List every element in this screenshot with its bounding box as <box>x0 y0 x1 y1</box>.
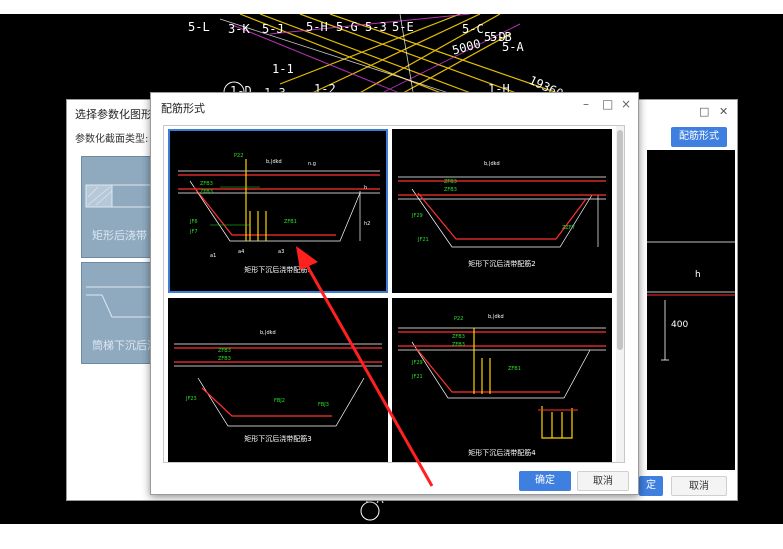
svg-text:ZFB3: ZFB3 <box>452 334 465 340</box>
maximize-icon[interactable]: □ <box>699 105 709 118</box>
option-drawing: P22 ZFB3 ZFB3 JF29 JF21 ZFB1 b,|dkd <box>398 314 606 439</box>
preview-dim-400: 400 <box>671 320 689 330</box>
svg-text:ZFB3: ZFB3 <box>452 342 465 348</box>
dim-label: h2 <box>364 221 370 227</box>
svg-text:JF21: JF21 <box>417 237 429 243</box>
minimize-icon[interactable]: – <box>583 97 589 111</box>
svg-text:ZFB1: ZFB1 <box>508 366 521 372</box>
cancel-button[interactable]: 取消 <box>577 471 629 491</box>
reinforcement-form-dialog: 配筋形式 – □ × P22 ZFB3 ZFB3 JF6 JF7 ZFB1 b,|dkd … <box>150 92 639 495</box>
svg-text:ZFB3: ZFB3 <box>200 181 213 187</box>
svg-text:JF23: JF23 <box>185 396 197 402</box>
svg-text:FBJ2: FBJ2 <box>274 398 285 404</box>
svg-text:JF7: JF7 <box>189 229 198 235</box>
preview-dim-h: h <box>695 270 701 280</box>
svg-text:ZFB1: ZFB1 <box>284 219 297 225</box>
shape-thumb-label: 筒梯下沉后浇 <box>92 339 158 352</box>
svg-text:FBJ3: FBJ3 <box>318 402 329 408</box>
cad-axis-label: 5-H <box>306 20 328 34</box>
svg-text:b,|dkd: b,|dkd <box>260 330 276 336</box>
close-icon[interactable]: ✕ <box>719 105 728 118</box>
dialog-title: 选择参数化图形 <box>75 108 152 121</box>
vertical-scrollbar[interactable] <box>616 126 624 462</box>
dim-label: b,|dkd <box>266 159 282 165</box>
section-preview-drawing <box>647 241 735 361</box>
confirm-button[interactable]: 确定 <box>519 471 571 491</box>
shape-thumb-label: 矩形后浇带 <box>92 229 147 242</box>
svg-text:b,|dkd: b,|dkd <box>484 161 500 167</box>
section-type-label: 参数化截面类型: <box>75 134 149 145</box>
svg-text:JF29: JF29 <box>411 213 423 219</box>
dialog-title: 配筋形式 <box>161 102 205 115</box>
reinforcement-form-button[interactable]: 配筋形式 <box>671 127 727 147</box>
reinforcement-option-1[interactable]: P22 ZFB3 ZFB3 JF6 JF7 ZFB1 b,|dkd n.g h h2 a1… <box>168 129 388 293</box>
dim-label: n.g <box>308 161 316 167</box>
cad-axis-label: 3-K <box>228 22 250 36</box>
svg-text:b,|dkd: b,|dkd <box>488 314 504 320</box>
section-preview: h 400 <box>647 150 735 470</box>
cad-axis-label: 5-E <box>392 20 414 34</box>
svg-text:P22: P22 <box>234 153 243 159</box>
svg-text:ZFB3: ZFB3 <box>444 179 457 185</box>
cad-axis-label: 5-J <box>262 22 284 36</box>
confirm-button-partial[interactable]: 定 <box>639 476 663 496</box>
svg-text:ZFB3: ZFB3 <box>200 189 213 195</box>
option-caption: 矩形下沉后浇带配筋4 <box>468 449 536 457</box>
reinforcement-option-3[interactable]: ZFB3 ZFB3 JF23 FBJ2 FBJ3 b,|dkd 矩形下沉后浇带配筋3 <box>168 298 388 462</box>
svg-text:ZFB3: ZFB3 <box>218 356 231 362</box>
back-cancel-button[interactable]: 取消 <box>671 476 727 496</box>
svg-text:P22: P22 <box>454 316 463 322</box>
svg-text:ZZF7: ZZF7 <box>562 225 575 231</box>
dim-label: a1 <box>210 253 216 259</box>
cad-axis-label: 5-A <box>502 40 524 54</box>
close-icon[interactable]: × <box>621 97 631 111</box>
option-caption: 矩形下沉后浇带配筋2 <box>468 260 536 268</box>
reinforcement-option-4[interactable]: P22 ZFB3 ZFB3 JF29 JF21 ZFB1 b,|dkd 矩形下沉后浇带配筋… <box>392 298 612 462</box>
option-caption: 矩形下沉后浇带配筋3 <box>244 435 312 443</box>
cad-axis-label: 5-C <box>462 22 484 36</box>
cad-axis-label: 5-3 <box>365 20 387 34</box>
cad-axis-label: 5-L <box>188 20 210 34</box>
cad-axis-label: 1-1 <box>272 62 294 76</box>
svg-text:ZFB3: ZFB3 <box>218 348 231 354</box>
scrollbar-thumb[interactable] <box>617 130 623 350</box>
svg-text:JF29: JF29 <box>411 360 423 366</box>
svg-text:JF6: JF6 <box>189 219 198 225</box>
dim-label: h <box>364 185 367 191</box>
svg-text:ZFB3: ZFB3 <box>444 187 457 193</box>
reinforcement-option-2[interactable]: ZFB3 ZFB3 JF29 JF21 ZZF7 b,|dkd 矩形下沉后浇带配筋2 <box>392 129 612 293</box>
maximize-icon[interactable]: □ <box>602 97 613 111</box>
reinforcement-option-grid: P22 ZFB3 ZFB3 JF6 JF7 ZFB1 b,|dkd n.g h h2 a1… <box>163 125 625 463</box>
dim-label: a3 <box>278 249 284 255</box>
dim-label: a4 <box>238 249 244 255</box>
option-caption: 矩形下沉后浇带配筋1 <box>244 266 312 274</box>
cad-axis-label: 5-G <box>336 20 358 34</box>
svg-text:JF21: JF21 <box>411 374 423 380</box>
